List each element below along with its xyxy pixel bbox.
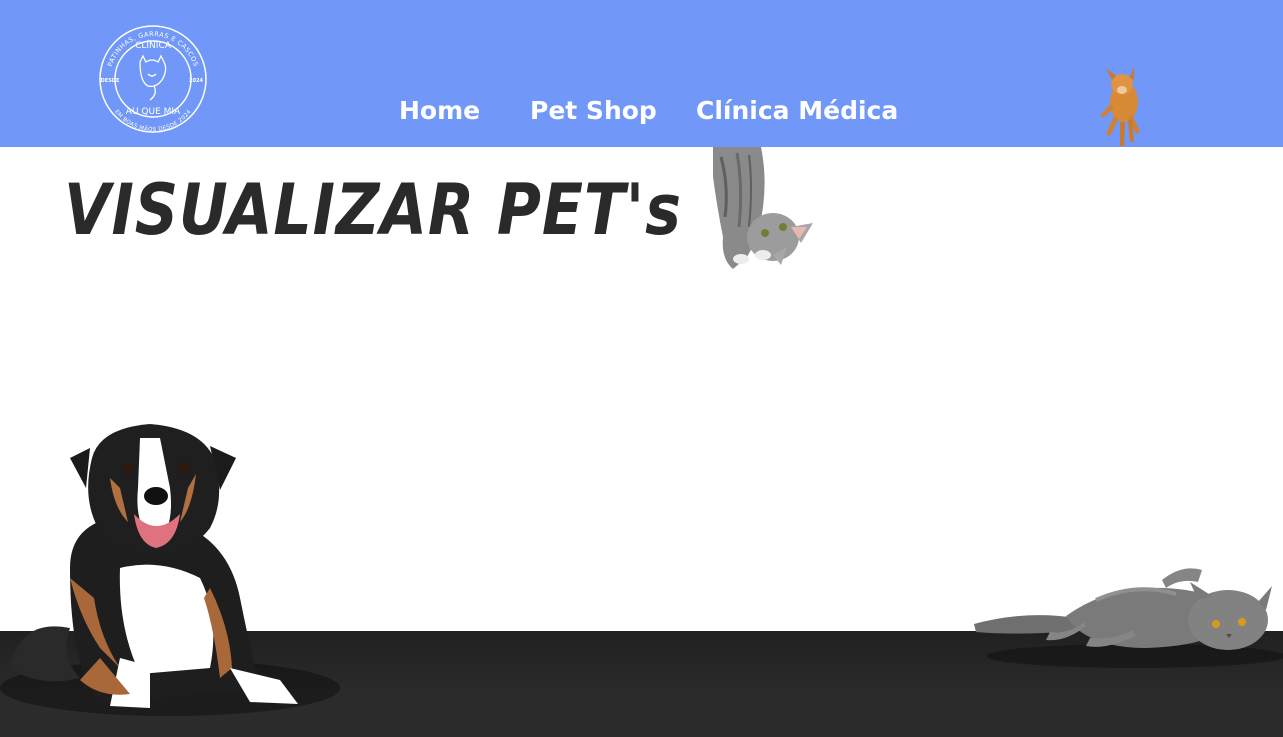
sitting-dog-image [0, 424, 340, 716]
logo-name: CLÍNICA [135, 39, 172, 51]
logo-right: 2024 [189, 78, 203, 84]
running-dog-image [1100, 66, 1140, 146]
logo-name-2: AU QUE MIA [126, 107, 181, 117]
nav-clinica-medica[interactable]: Clínica Médica [696, 94, 898, 128]
clinic-logo[interactable]: PATINHAS, GARRAS E CASCOS CLÍNICA DESDE … [96, 22, 210, 136]
hanging-cat-image [713, 147, 813, 269]
cat-dog-icon [139, 54, 167, 101]
lying-cat-image [974, 568, 1283, 668]
logo-left: DESDE [101, 78, 120, 84]
nav-home[interactable]: Home [399, 94, 480, 128]
nav-pet-shop[interactable]: Pet Shop [530, 94, 657, 128]
site-header: PATINHAS, GARRAS E CASCOS CLÍNICA DESDE … [0, 0, 1283, 147]
page-title: VISUALIZAR PET's [64, 169, 682, 251]
